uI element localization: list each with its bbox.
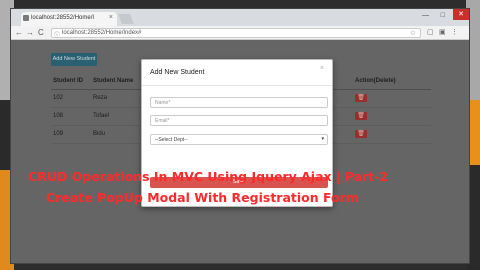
add-student-modal: Add New Student × Name* Email* --Select … <box>141 59 333 207</box>
browser-window: localhost:28552/Home/I × — □ ✕ ← → C ⓘ l… <box>10 8 470 264</box>
tab-close-icon[interactable]: × <box>109 14 113 21</box>
url-text: localhost:28552/Home/Index# <box>62 30 142 36</box>
address-bar: ← → C ⓘ localhost:28552/Home/Index# ☆ ▢ … <box>11 26 469 40</box>
caption-line-1: CRUD Operations In MVC Using Jquery Ajax… <box>28 169 389 184</box>
delete-trash-icon[interactable]: 🗑 <box>355 130 367 138</box>
extension-icon[interactable]: ▢ <box>427 28 434 36</box>
caption-line-2: Create PopUp Modal With Registration For… <box>46 190 359 205</box>
reload-icon[interactable]: C <box>38 28 44 37</box>
delete-trash-icon[interactable]: 🗑 <box>355 112 367 120</box>
favicon-icon <box>23 15 29 21</box>
email-placeholder: Email* <box>155 118 170 124</box>
chevron-down-icon: ▾ <box>321 136 324 142</box>
student-id-cell: 109 <box>51 125 91 144</box>
menu-icon[interactable]: ⋮ <box>451 28 458 36</box>
action-cell: 🗑 <box>353 125 431 144</box>
action-cell: 🗑 <box>353 89 431 108</box>
add-new-student-button[interactable]: Add New Student <box>51 53 97 66</box>
maximize-icon[interactable]: □ <box>441 12 445 19</box>
back-icon[interactable]: ← <box>15 28 23 37</box>
tab-bar: localhost:28552/Home/I × — □ ✕ <box>11 9 469 26</box>
modal-close-icon[interactable]: × <box>320 65 324 72</box>
minimize-icon[interactable]: — <box>422 12 429 19</box>
modal-title: Add New Student <box>150 69 205 76</box>
url-input[interactable]: ⓘ localhost:28552/Home/Index# ☆ <box>51 28 421 39</box>
dept-select-value: --Select Dept-- <box>155 137 188 143</box>
bookmark-star-icon[interactable]: ☆ <box>410 29 416 37</box>
tab-title: localhost:28552/Home/I <box>31 15 95 21</box>
delete-trash-icon[interactable]: 🗑 <box>355 94 367 102</box>
name-placeholder: Name* <box>155 100 171 106</box>
dept-select[interactable]: --Select Dept-- ▾ <box>150 134 328 145</box>
window-close-button[interactable]: ✕ <box>453 9 469 20</box>
new-tab-button[interactable] <box>118 14 134 24</box>
action-cell: 🗑 <box>353 107 431 126</box>
cast-icon[interactable]: ▣ <box>439 28 446 36</box>
forward-icon[interactable]: → <box>26 28 34 37</box>
browser-tab[interactable]: localhost:28552/Home/I × <box>21 12 117 26</box>
modal-header: Add New Student × <box>142 60 332 86</box>
student-id-cell: 102 <box>51 89 91 108</box>
student-id-cell: 108 <box>51 107 91 126</box>
column-header-action: Action(Delete) <box>353 73 431 90</box>
column-header-id: Student ID <box>51 73 91 90</box>
info-icon: ⓘ <box>54 33 61 39</box>
name-input[interactable]: Name* <box>150 97 328 108</box>
page-content: Add New Student Student ID Student Name … <box>11 40 469 263</box>
email-input[interactable]: Email* <box>150 115 328 126</box>
